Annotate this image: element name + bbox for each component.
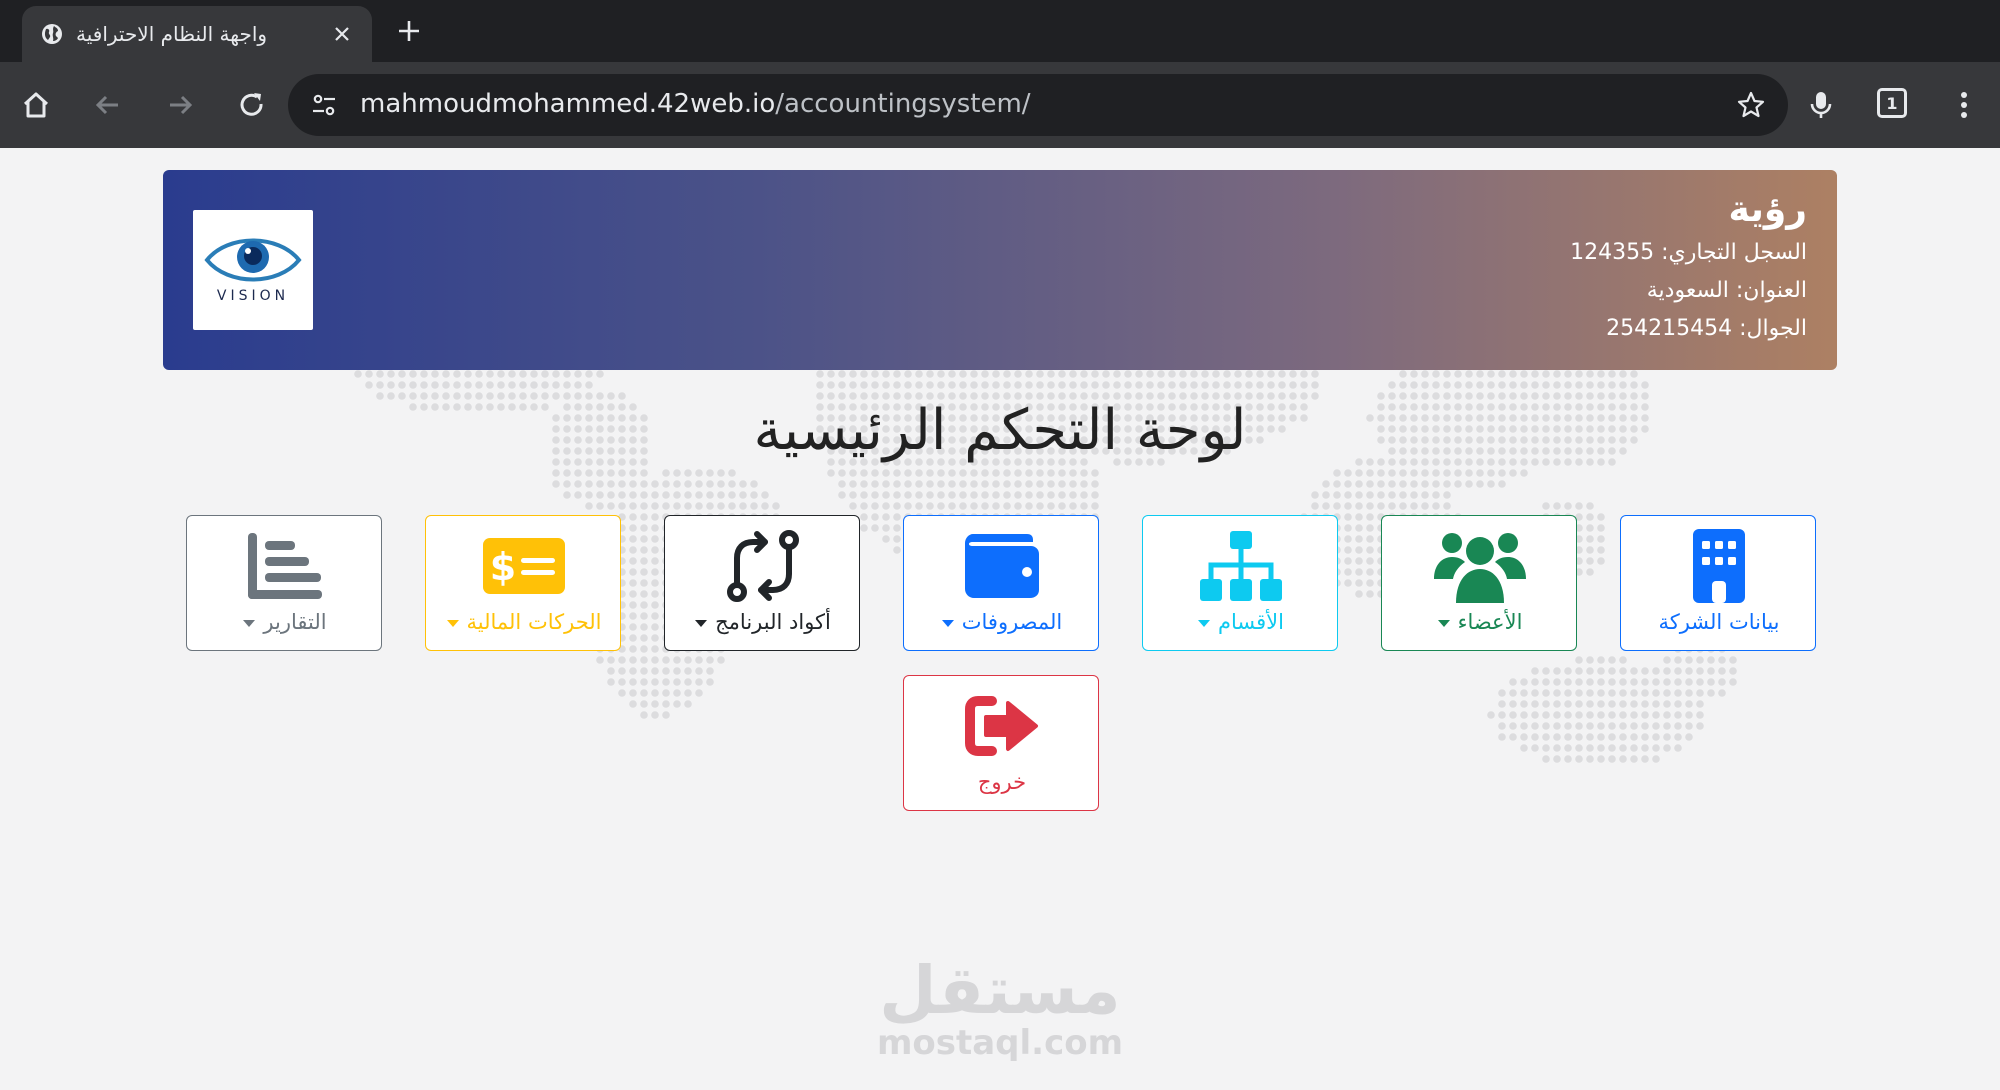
dropdown-caret-icon bbox=[941, 619, 954, 627]
logout-label: خروج bbox=[977, 770, 1027, 794]
members-label: الأعضاء bbox=[1382, 610, 1578, 634]
forward-arrow-icon[interactable] bbox=[162, 87, 198, 123]
back-arrow-icon[interactable] bbox=[90, 87, 126, 123]
building-icon bbox=[1621, 524, 1817, 608]
departments-label: الأقسام bbox=[1143, 610, 1339, 634]
users-icon bbox=[1382, 524, 1578, 608]
url-host: mahmoudmohammed.42web.io bbox=[360, 89, 776, 119]
home-icon[interactable] bbox=[18, 87, 54, 123]
financial-transactions-button[interactable]: $ الحركات المالية bbox=[425, 515, 621, 651]
wallet-icon bbox=[904, 524, 1100, 608]
svg-text:$: $ bbox=[490, 545, 516, 589]
watermark-arabic: مستقل bbox=[879, 952, 1121, 1029]
new-tab-plus-icon[interactable] bbox=[392, 14, 426, 48]
program-codes-button[interactable]: أكواد البرنامج bbox=[664, 515, 860, 651]
financial-transactions-label: الحركات المالية bbox=[426, 610, 622, 634]
company-name: رؤية bbox=[1728, 189, 1807, 230]
commercial-registry: السجل التجاري: 124355 bbox=[1570, 240, 1807, 265]
browser-tab-strip: واجهة النظام الاحترافية bbox=[0, 0, 2000, 62]
dropdown-caret-icon bbox=[1198, 619, 1210, 627]
company-address: العنوان: السعودية bbox=[1646, 278, 1807, 303]
company-header: VISION رؤية السجل التجاري: 124355 العنوا… bbox=[163, 170, 1837, 370]
tab-switcher-button[interactable]: 1 bbox=[1877, 88, 1907, 118]
microphone-icon[interactable] bbox=[1803, 87, 1839, 123]
bookmark-star-icon[interactable] bbox=[1736, 90, 1766, 120]
code-compare-icon bbox=[665, 524, 861, 608]
watermark-latin: mostaql.com bbox=[876, 1023, 1124, 1063]
mostaql-watermark: مستقل mostaql.com bbox=[0, 952, 2000, 1063]
reload-icon[interactable] bbox=[234, 87, 270, 123]
eye-logo-icon bbox=[204, 238, 302, 282]
logout-button[interactable]: خروج bbox=[903, 675, 1099, 811]
url-path: /accountingsystem/ bbox=[775, 89, 1031, 119]
dropdown-caret-icon bbox=[1437, 619, 1450, 627]
expenses-label: المصروفات bbox=[904, 610, 1100, 634]
more-menu-icon[interactable] bbox=[1946, 87, 1982, 123]
company-data-button[interactable]: بيانات الشركة bbox=[1620, 515, 1816, 651]
departments-button[interactable]: الأقسام bbox=[1142, 515, 1338, 651]
page-viewport: VISION رؤية السجل التجاري: 124355 العنوا… bbox=[0, 148, 2000, 1090]
reports-button[interactable]: التقارير bbox=[186, 515, 382, 651]
company-data-label: بيانات الشركة bbox=[1658, 610, 1780, 634]
logout-icon bbox=[904, 684, 1100, 768]
members-button[interactable]: الأعضاء bbox=[1381, 515, 1577, 651]
address-bar[interactable]: mahmoudmohammed.42web.io/accountingsyste… bbox=[288, 74, 1788, 136]
sitemap-icon bbox=[1143, 524, 1339, 608]
close-icon[interactable] bbox=[330, 22, 354, 46]
company-info: رؤية السجل التجاري: 124355 العنوان: السع… bbox=[1570, 186, 1807, 348]
url-text[interactable]: mahmoudmohammed.42web.io/accountingsyste… bbox=[360, 89, 1031, 119]
company-mobile: الجوال: 254215454 bbox=[1606, 316, 1807, 341]
dropdown-caret-icon bbox=[446, 619, 459, 627]
expenses-button[interactable]: المصروفات bbox=[903, 515, 1099, 651]
site-settings-icon[interactable] bbox=[310, 91, 338, 119]
globe-icon bbox=[42, 24, 62, 44]
tab-title: واجهة النظام الاحترافية bbox=[76, 22, 268, 46]
logo-text: VISION bbox=[216, 288, 290, 304]
reports-label: التقارير bbox=[187, 610, 383, 634]
money-bill-icon: $ bbox=[426, 524, 622, 608]
company-logo: VISION bbox=[193, 210, 313, 330]
program-codes-label: أكواد البرنامج bbox=[665, 610, 861, 634]
browser-toolbar: mahmoudmohammed.42web.io/accountingsyste… bbox=[0, 62, 2000, 148]
list-chart-icon bbox=[187, 524, 383, 608]
dropdown-caret-icon bbox=[695, 619, 708, 627]
page-title: لوحة التحكم الرئيسية bbox=[753, 398, 1247, 463]
dropdown-caret-icon bbox=[243, 619, 256, 627]
browser-tab[interactable]: واجهة النظام الاحترافية bbox=[22, 6, 372, 62]
